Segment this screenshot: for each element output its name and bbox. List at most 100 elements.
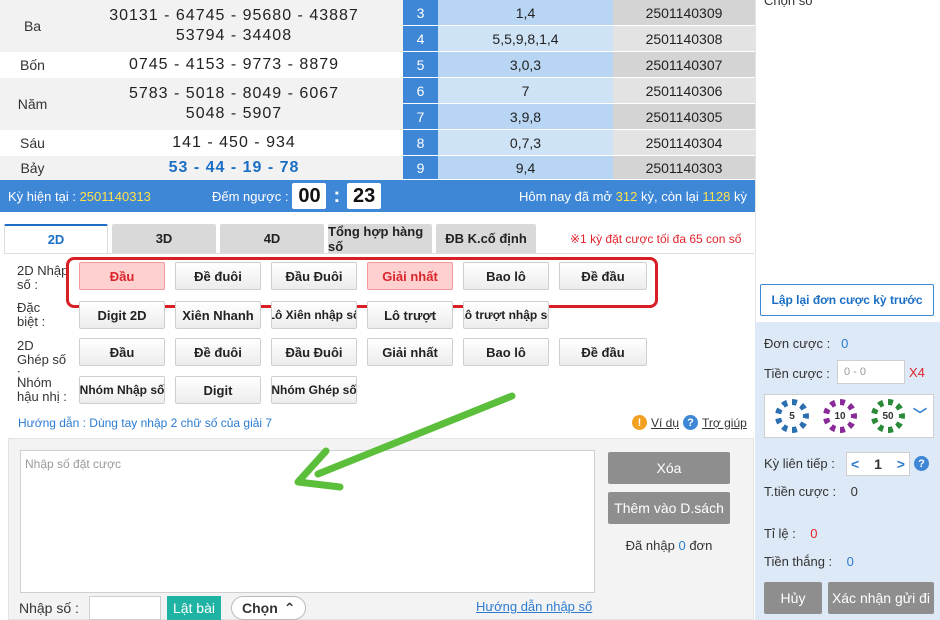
row-label-nhom-hau-nhi: Nhóm hậu nhị :: [17, 375, 67, 404]
history-index: 5: [403, 52, 438, 78]
nhom-ghep-so-button[interactable]: Nhóm Ghép số: [271, 376, 357, 404]
digit-button[interactable]: Digit: [175, 376, 261, 404]
history-result: 3,9,8: [438, 104, 613, 130]
ghep-bao-lo-button[interactable]: Bao lô: [463, 338, 549, 366]
prize-line: 30131 - 64745 - 95680 - 43887: [109, 7, 359, 24]
today-prefix: Hôm nay đã mở: [518, 188, 613, 204]
ky-column: 2501140307: [613, 52, 755, 78]
tab-3d[interactable]: 3D: [112, 224, 216, 253]
history-ky: 2501140304: [613, 130, 755, 156]
prize-name: Năm: [17, 96, 48, 112]
input-guide-link[interactable]: Hướng dẫn nhập số: [476, 599, 592, 614]
nhom-nhap-so-button[interactable]: Nhóm Nhập số: [79, 376, 165, 404]
chevron-right-icon[interactable]: >: [897, 456, 905, 472]
tien-cuoc-input[interactable]: 0 - 0: [837, 360, 905, 384]
prize-name: Ba: [23, 18, 42, 34]
t-tien-value: 0: [850, 484, 858, 499]
chip-value: 10: [829, 405, 851, 427]
chon-label: Chọn: [241, 600, 278, 616]
tien-cuoc-label: Tiền cược :: [764, 366, 830, 381]
ghep-de-duoi-button[interactable]: Đề đuôi: [175, 338, 261, 366]
history-result: 1,4: [438, 0, 613, 26]
prize-line: 53794 - 34408: [175, 27, 293, 44]
help-icon: ?: [683, 415, 699, 430]
result-column: 3,0,3: [438, 52, 613, 78]
tab-4d[interactable]: 4D: [220, 224, 324, 253]
tab-tong-hop[interactable]: Tổng hợp hàng số: [328, 224, 432, 254]
t-tien-label: T.tiền cược :: [764, 484, 837, 499]
lo-truot-nhap-so-button[interactable]: Lô trượt nhập số: [463, 301, 549, 329]
help-link[interactable]: Trợ giúp: [702, 416, 747, 430]
history-ky: 2501140305: [613, 104, 755, 130]
prize-line: 53 - 44 - 19 - 78: [168, 159, 300, 176]
chip-10[interactable]: 10: [823, 399, 857, 433]
chon-dropdown[interactable]: Chọn ⌃: [230, 596, 307, 620]
result-column: 1,4 5,5,9,8,1,4: [438, 0, 613, 52]
nhap-so-input[interactable]: [88, 596, 161, 620]
tien-thang-value: 0: [846, 554, 854, 569]
delete-button[interactable]: Xóa: [608, 452, 730, 484]
multiplier: X4: [909, 365, 925, 380]
today-mid: kỳ, còn lại: [640, 188, 699, 204]
nhap-so-label: Nhập số :: [19, 600, 79, 616]
cancel-button[interactable]: Hủy: [764, 582, 822, 614]
history-ky: 2501140308: [613, 26, 755, 52]
chip-5[interactable]: 5: [775, 399, 809, 433]
index-column: 8: [403, 130, 438, 156]
prize-numbers: 53 - 44 - 19 - 78: [65, 156, 403, 180]
entered-value: 0: [678, 538, 686, 553]
current-period-value: 2501140313: [79, 188, 151, 204]
countdown-label: Đếm ngược :: [212, 188, 289, 204]
xien-nhanh-button[interactable]: Xiên Nhanh: [175, 301, 261, 329]
history-index: 6: [403, 78, 438, 104]
bet-numbers-textarea[interactable]: Nhập số đặt cược: [20, 450, 595, 593]
remaining-count: 1128: [702, 188, 731, 204]
ky-lien-tiep-label: Kỳ liên tiếp :: [764, 456, 835, 471]
ky-column: 2501140303: [613, 156, 755, 180]
history-result: 7: [438, 78, 613, 104]
history-ky: 2501140306: [613, 78, 755, 104]
history-result: 5,5,9,8,1,4: [438, 26, 613, 52]
ghep-de-dau-button[interactable]: Đề đầu: [559, 338, 647, 366]
index-column: 5: [403, 52, 438, 78]
chevron-left-icon[interactable]: <: [851, 456, 859, 472]
ghep-dau-button[interactable]: Đầu: [79, 338, 165, 366]
chip-value: 5: [781, 405, 803, 427]
status-bar: Kỳ hiện tại : 2501140313 Đếm ngược : 00 …: [0, 180, 755, 212]
results-table: Ba 30131 - 64745 - 95680 - 43887 53794 -…: [0, 0, 755, 180]
tab-2d[interactable]: 2D: [4, 224, 108, 253]
confirm-send-button[interactable]: Xác nhận gửi đi: [828, 582, 934, 614]
right-divider: [755, 0, 756, 322]
lat-bai-button[interactable]: Lật bài: [166, 596, 221, 620]
chip-50[interactable]: 50: [871, 399, 905, 433]
digit-2d-button[interactable]: Digit 2D: [79, 301, 165, 329]
reload-previous-bets-button[interactable]: Lập lại đơn cược kỳ trước: [760, 284, 934, 316]
t-tien-cuoc: T.tiền cược : 0: [764, 484, 858, 499]
result-column: 0,7,3: [438, 130, 613, 156]
history-index: 9: [403, 156, 438, 180]
tien-thang: Tiền thắng : 0: [764, 554, 854, 569]
ti-le: Tỉ lệ : 0: [764, 526, 817, 541]
add-to-list-button[interactable]: Thêm vào D.sách: [608, 492, 730, 524]
prize-line: 5783 - 5018 - 8049 - 6067: [128, 85, 340, 102]
lo-xien-nhap-so-button[interactable]: Lô Xiên nhập số: [271, 301, 357, 329]
table-row: Ba 30131 - 64745 - 95680 - 43887 53794 -…: [0, 0, 755, 52]
ghep-dau-duoi-button[interactable]: Đầu Đuôi: [271, 338, 357, 366]
lo-truot-button[interactable]: Lô trượt: [367, 301, 453, 329]
history-ky: 2501140307: [613, 52, 755, 78]
don-cuoc-value: 0: [841, 336, 849, 351]
result-column: 7 3,9,8: [438, 78, 613, 130]
history-index: 8: [403, 130, 438, 156]
tab-db-co-dinh[interactable]: ĐB K.cố định: [436, 224, 536, 253]
question-icon[interactable]: ?: [914, 456, 929, 471]
prize-numbers: 0745 - 4153 - 9773 - 8879: [65, 52, 403, 78]
game-tabs: 2D 3D 4D Tổng hợp hàng số ĐB K.cố định: [4, 224, 536, 254]
chevron-down-icon[interactable]: ﹀: [913, 405, 927, 425]
index-column: 6 7: [403, 78, 438, 130]
quick-input-row: Nhập số : Lật bài Chọn ⌃: [19, 596, 307, 620]
ghep-giai-nhat-button[interactable]: Giải nhất: [367, 338, 453, 366]
history-index: 4: [403, 26, 438, 52]
ky-lien-tiep-stepper[interactable]: < 1 >: [846, 452, 910, 476]
table-row: Bảy 53 - 44 - 19 - 78 9 9,4 2501140303: [0, 156, 755, 180]
example-link[interactable]: Ví dụ: [651, 416, 679, 430]
